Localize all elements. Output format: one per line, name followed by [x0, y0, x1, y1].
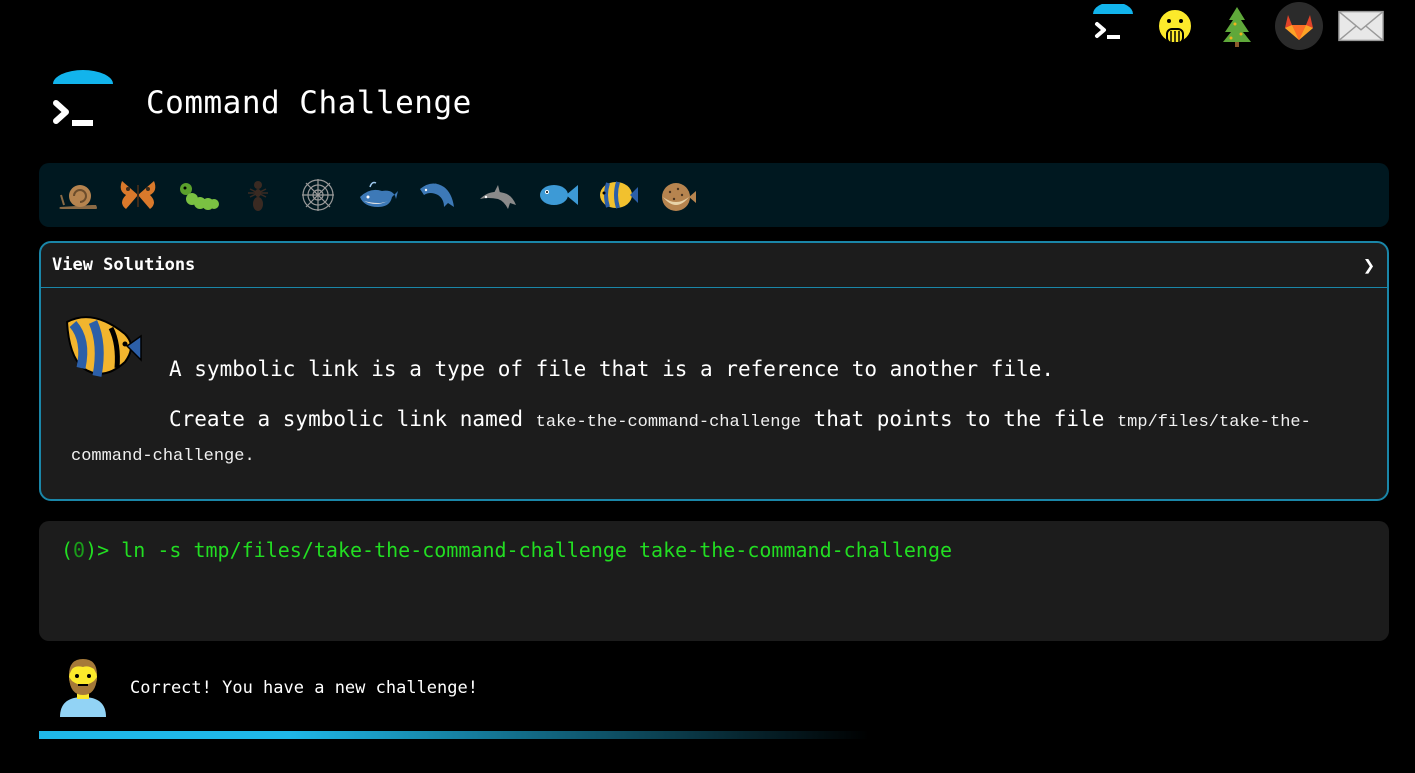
fish-icon[interactable]: [528, 170, 588, 220]
snail-icon[interactable]: [48, 170, 108, 220]
command-text: ln -s tmp/files/take-the-command-challen…: [121, 538, 953, 562]
status-text: Correct! You have a new challenge!: [130, 678, 478, 698]
butterfly-icon[interactable]: [108, 170, 168, 220]
prompt-exit-code: 0: [73, 538, 86, 562]
challenge-level-bar: [39, 163, 1389, 227]
spider-web-icon[interactable]: [288, 170, 348, 220]
tropical-fish-icon[interactable]: [588, 170, 648, 220]
challenge-panel: View Solutions ❯ A symbolic link is a ty…: [39, 241, 1389, 501]
dolphin-icon[interactable]: [468, 170, 528, 220]
tropical-fish-icon: [63, 310, 143, 380]
ant-icon[interactable]: [228, 170, 288, 220]
progress-bar: [39, 731, 869, 739]
challenge-task: Create a symbolic link named take-the-co…: [71, 404, 1317, 472]
prompt-close: )>: [85, 538, 122, 562]
status-message: Correct! You have a new challenge!: [58, 655, 478, 721]
gitlab-icon[interactable]: [1275, 2, 1323, 50]
caterpillar-icon[interactable]: [168, 170, 228, 220]
terminal-input[interactable]: (0)> ln -s tmp/files/take-the-command-ch…: [39, 521, 1389, 641]
envelope-icon[interactable]: [1337, 2, 1385, 50]
view-solutions-toggle[interactable]: View Solutions ❯: [41, 243, 1387, 288]
challenge-description: A symbolic link is a type of file that i…: [41, 288, 1387, 472]
dolphin-icon[interactable]: [408, 170, 468, 220]
terminal-logo-icon[interactable]: [50, 70, 116, 136]
prompt-open: (: [61, 538, 74, 562]
task-text-suffix: .: [244, 447, 255, 466]
task-text-prefix: Create a symbolic link named: [169, 407, 536, 431]
whale-icon[interactable]: [348, 170, 408, 220]
link-name-code: take-the-command-challenge: [535, 413, 801, 432]
top-nav: [1089, 2, 1385, 50]
chevron-right-icon: ❯: [1362, 253, 1375, 277]
evergreen-tree-icon[interactable]: [1213, 2, 1261, 50]
face-hand-over-mouth-icon[interactable]: [1151, 2, 1199, 50]
page: Command Challenge View Solutions ❯ A sym…: [0, 0, 1415, 773]
terminal-logo-icon[interactable]: [1089, 2, 1137, 50]
page-header: Command Challenge: [50, 70, 472, 136]
task-text-middle: that points to the file: [800, 407, 1117, 431]
challenge-intro: A symbolic link is a type of file that i…: [169, 357, 1055, 381]
blowfish-icon[interactable]: [648, 170, 708, 220]
avatar: [58, 655, 108, 721]
page-title: Command Challenge: [146, 85, 472, 121]
view-solutions-label: View Solutions: [52, 255, 196, 275]
